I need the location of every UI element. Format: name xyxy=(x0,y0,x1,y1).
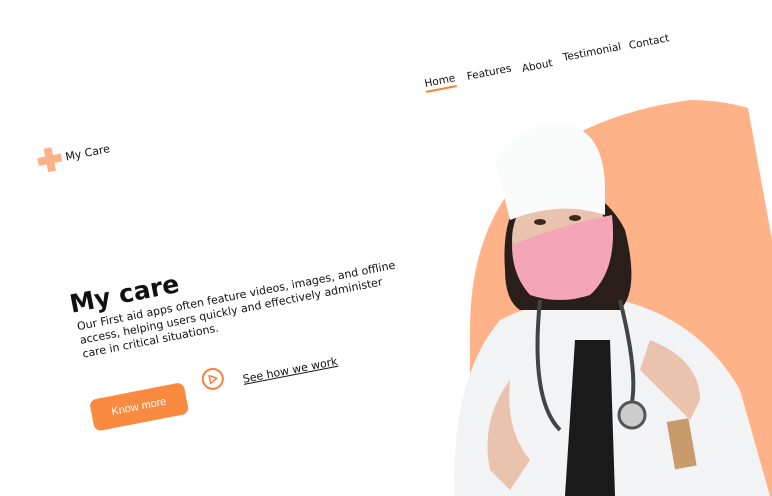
cross-icon xyxy=(37,147,63,173)
play-circle-icon xyxy=(208,374,218,385)
brand-name: My Care xyxy=(64,141,111,164)
